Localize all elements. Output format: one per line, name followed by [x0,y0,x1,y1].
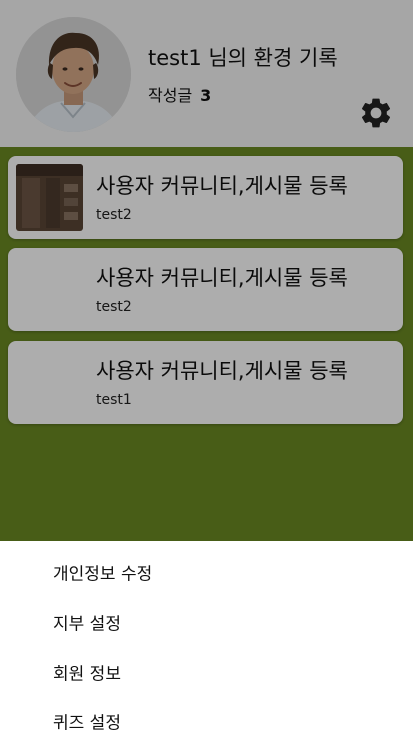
menu-item-label: 지부 설정 [53,614,121,635]
menu-item-label: 회원 정보 [53,664,121,685]
menu-item-quiz-settings[interactable]: 퀴즈 설정 [0,696,413,746]
menu-item-edit-profile[interactable]: 개인정보 수정 [0,547,413,597]
menu-item-label: 개인정보 수정 [53,564,153,585]
menu-item-member-info[interactable]: 회원 정보 [0,647,413,697]
menu-item-branch-settings[interactable]: 지부 설정 [0,597,413,647]
bottom-sheet-menu: 개인정보 수정 지부 설정 회원 정보 퀴즈 설정 [0,541,413,751]
menu-item-label: 퀴즈 설정 [53,713,121,734]
modal-scrim[interactable] [0,0,413,541]
